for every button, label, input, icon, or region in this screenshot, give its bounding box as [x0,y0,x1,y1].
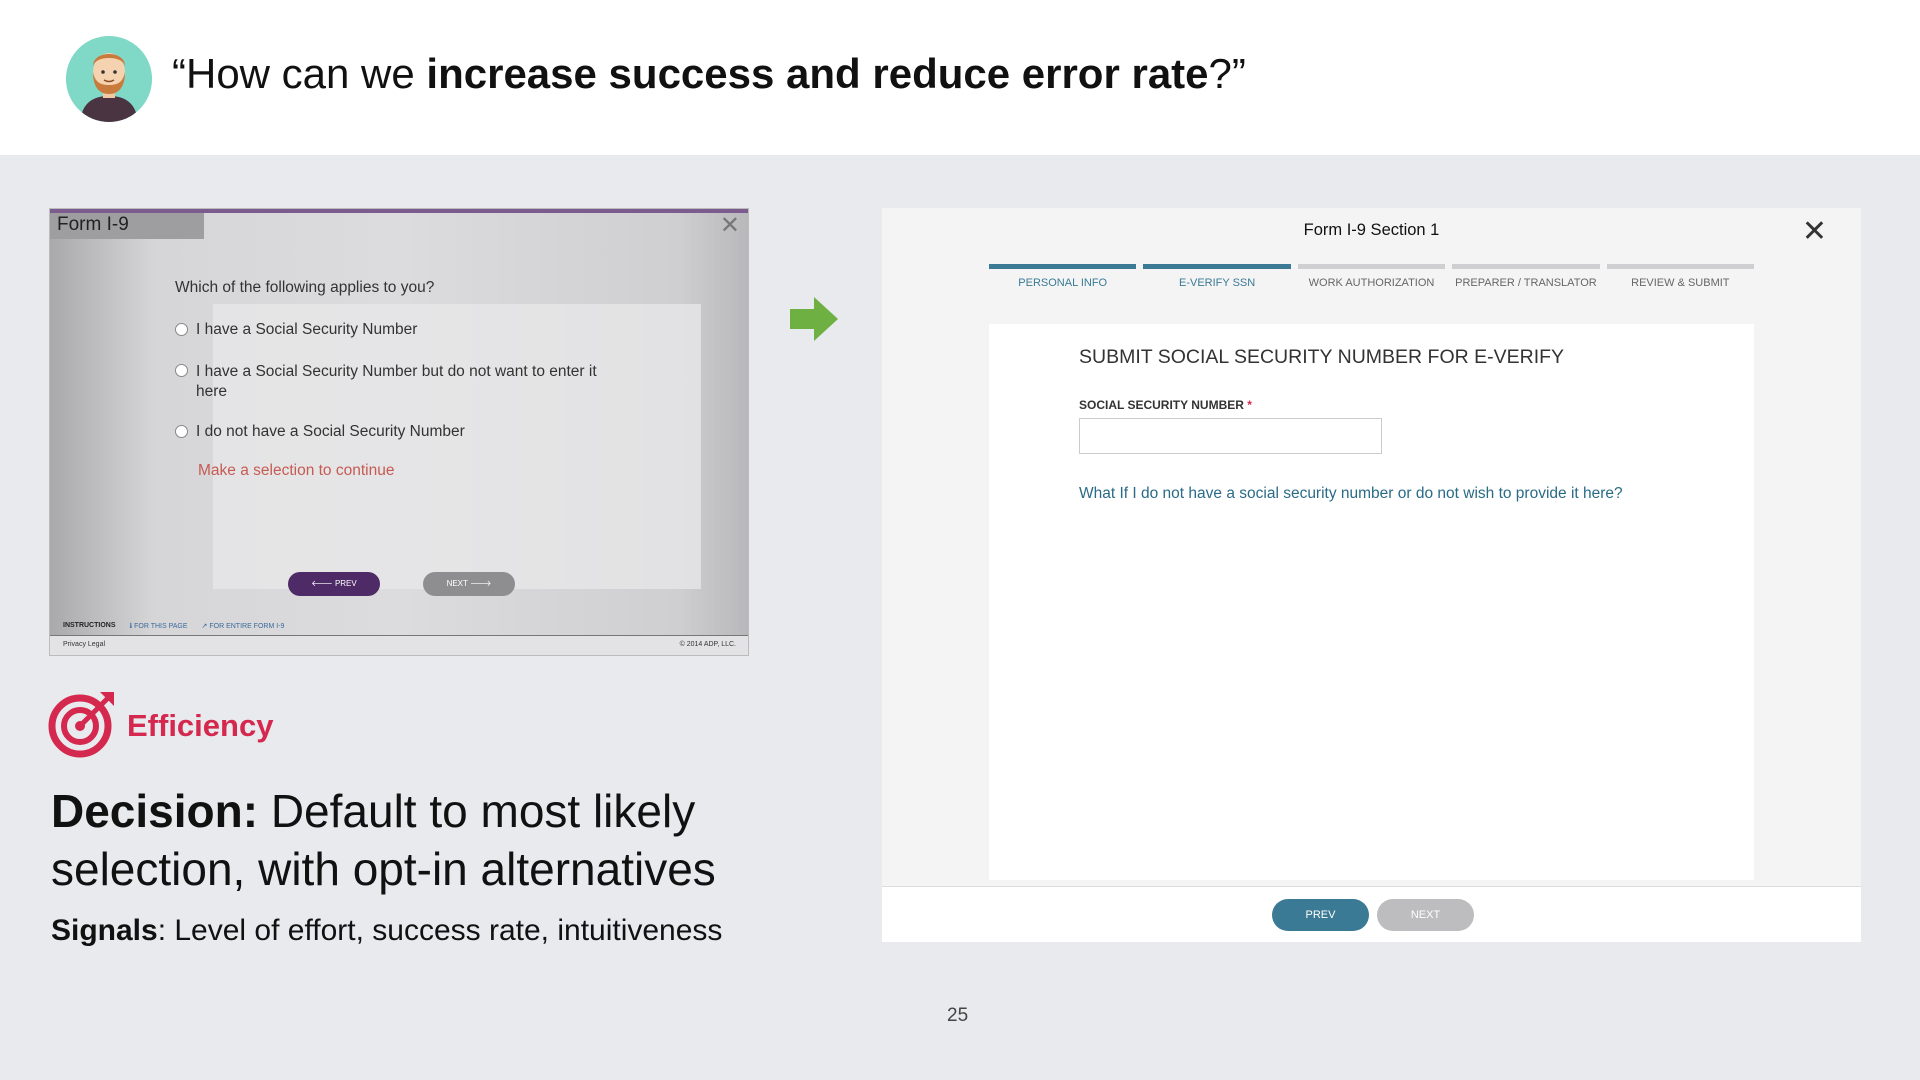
step-e-verify-ssn[interactable]: E-VERIFY SSN [1143,264,1291,289]
arrow-right-icon [790,295,838,348]
for-entire-form-label: FOR ENTIRE FORM I-9 [209,623,285,630]
next-button[interactable]: NEXT [1377,899,1474,931]
close-icon[interactable]: ✕ [1802,214,1827,249]
signals-text: Signals: Level of effort, success rate, … [51,914,722,948]
old-form-title: Form I-9 [50,213,204,239]
prev-button[interactable]: 🡐 PREV [288,572,380,596]
footer-links[interactable]: Privacy Legal [63,641,105,648]
required-mark: * [1247,398,1252,412]
step-bar [989,264,1137,269]
close-icon[interactable]: ✕ [720,211,740,240]
step-bar [1452,264,1600,269]
blurred-panel [213,304,701,589]
old-form-footer: Privacy Legal © 2014 ADP, LLC. [50,635,748,655]
ssn-label-text: SOCIAL SECURITY NUMBER [1079,398,1244,412]
decision-text: Decision: Default to most likely selecti… [51,782,791,898]
quote-text-bold: increase success and reduce error rate [426,50,1209,97]
header-bar: “How can we increase success and reduce … [0,0,1920,155]
radio-option-no-ssn[interactable]: I do not have a Social Security Number [175,423,465,441]
step-preparer-translator[interactable]: PREPARER / TRANSLATOR [1452,264,1600,289]
form-card: SUBMIT SOCIAL SECURITY NUMBER FOR E-VERI… [989,324,1754,880]
step-label: PREPARER / TRANSLATOR [1455,277,1597,289]
no-ssn-help-link[interactable]: What If I do not have a social security … [1079,485,1623,503]
step-review-submit[interactable]: REVIEW & SUBMIT [1606,264,1755,289]
for-this-page-label: FOR THIS PAGE [134,623,188,630]
step-work-authorization[interactable]: WORK AUTHORIZATION [1297,264,1446,289]
radio-label: I have a Social Security Number but do n… [196,363,597,400]
radio-label: I do not have a Social Security Number [196,423,465,440]
copyright: © 2014 ADP, LLC. [679,641,736,648]
radio-label: I have a Social Security Number [196,321,418,338]
step-label: REVIEW & SUBMIT [1631,277,1730,289]
for-this-page-link[interactable]: ℹ FOR THIS PAGE [130,622,188,630]
page-number: 25 [947,1005,969,1026]
ssn-field-label: SOCIAL SECURITY NUMBER * [1079,398,1252,412]
radio-option-has-ssn[interactable]: I have a Social Security Number [175,321,417,339]
step-label: WORK AUTHORIZATION [1308,277,1435,289]
decision-bold: Decision: [51,785,259,837]
page-title: “How can we increase success and reduce … [172,50,1246,98]
step-label: E-VERIFY SSN [1179,277,1256,289]
quote-text-start: “How can we [172,50,427,97]
avatar [66,36,152,122]
new-form-screenshot: Form I-9 Section 1 ✕ PERSONAL INFO E-VER… [882,208,1861,942]
quote-text-end: ?” [1208,50,1246,97]
step-bar [1297,264,1446,269]
instructions-bar: INSTRUCTIONS ℹ FOR THIS PAGE ↗ FOR ENTIR… [63,622,284,630]
step-bar [1143,264,1291,269]
radio-button[interactable] [175,364,188,377]
next-button[interactable]: NEXT 🡒 [423,572,515,596]
new-form-title: Form I-9 Section 1 [1303,221,1440,239]
section-heading: SUBMIT SOCIAL SECURITY NUMBER FOR E-VERI… [1079,346,1565,368]
avatar-illustration [66,36,152,122]
signals-bold: Signals [51,914,158,947]
step-bar [1606,264,1755,269]
step-label: PERSONAL INFO [1018,277,1108,289]
step-personal-info[interactable]: PERSONAL INFO [989,264,1137,289]
radio-button[interactable] [175,425,188,438]
instructions-label: INSTRUCTIONS [63,622,116,629]
ssn-input[interactable] [1079,418,1382,454]
radio-option-not-enter[interactable]: I have a Social Security Number but do n… [175,362,615,402]
for-entire-form-link[interactable]: ↗ FOR ENTIRE FORM I-9 [202,622,285,630]
signals-body: : Level of effort, success rate, intuiti… [157,914,723,947]
new-form-footer: PREV NEXT [882,886,1861,942]
validation-error: Make a selection to continue [198,462,395,479]
prev-button[interactable]: PREV [1272,899,1369,931]
progress-steps: PERSONAL INFO E-VERIFY SSN WORK AUTHORIZ… [989,264,1755,289]
target-icon [48,688,118,763]
efficiency-label: Efficiency [127,708,274,743]
old-form-screenshot: Form I-9 ✕ Which of the following applie… [49,208,749,656]
old-form-question: Which of the following applies to you? [175,279,435,296]
radio-button[interactable] [175,323,188,336]
